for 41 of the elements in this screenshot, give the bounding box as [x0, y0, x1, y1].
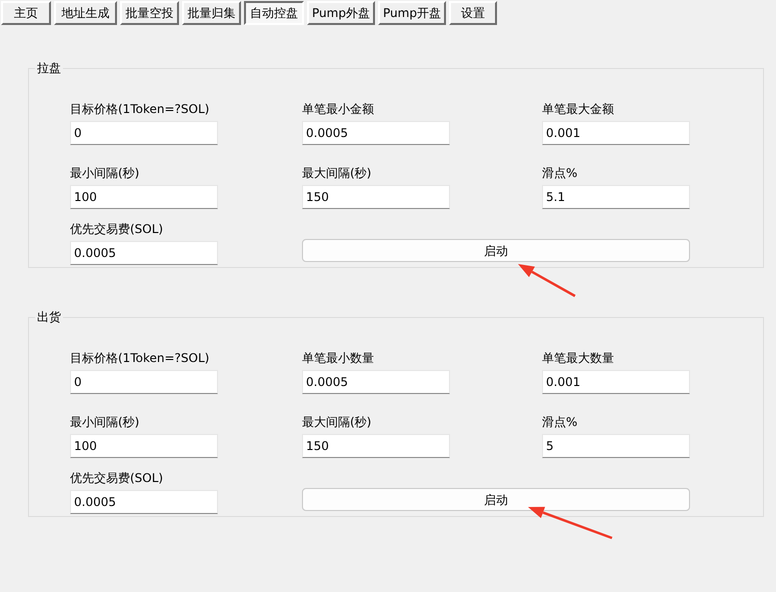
input-field[interactable]: 0.0005 [302, 121, 450, 145]
tab[interactable]: 批量空投 [120, 1, 179, 25]
annotation-arrow [518, 264, 576, 298]
input-field[interactable]: 5 [542, 434, 690, 458]
tab[interactable]: Pump开盘 [378, 1, 446, 25]
group-title: 出货 [35, 309, 63, 325]
field-label: 优先交易费(SOL) [70, 470, 164, 486]
field-label: 滑点% [542, 414, 578, 430]
field-label: 最大间隔(秒) [302, 414, 372, 430]
tab[interactable]: 地址生成 [54, 1, 117, 25]
field-label: 最小间隔(秒) [70, 414, 140, 430]
input-field[interactable]: 0.0005 [70, 490, 218, 514]
field-label: 单笔最小数量 [302, 350, 375, 366]
field-label: 目标价格(1Token=?SOL) [70, 350, 210, 366]
group-title: 拉盘 [35, 60, 63, 76]
field-label: 最大间隔(秒) [302, 165, 372, 181]
input-field[interactable]: 0 [70, 370, 218, 394]
input-field[interactable]: 100 [70, 185, 218, 209]
input-field[interactable]: 0 [70, 121, 218, 145]
input-field[interactable]: 5.1 [542, 185, 690, 209]
input-field[interactable]: 100 [70, 434, 218, 458]
field-label: 单笔最大金额 [542, 101, 615, 117]
field-label: 滑点% [542, 165, 578, 181]
tab[interactable]: 设置 [449, 1, 497, 25]
tab[interactable]: 批量归集 [182, 1, 241, 25]
tab[interactable]: Pump外盘 [307, 1, 375, 25]
field-label: 单笔最小金额 [302, 101, 375, 117]
field-label: 目标价格(1Token=?SOL) [70, 101, 210, 117]
start-button[interactable]: 启动 [302, 488, 690, 511]
input-field[interactable]: 0.001 [542, 370, 690, 394]
field-label: 优先交易费(SOL) [70, 221, 164, 237]
input-field[interactable]: 0.001 [542, 121, 690, 145]
input-field[interactable]: 150 [302, 185, 450, 209]
tab[interactable]: 自动控盘 [244, 1, 304, 25]
input-field[interactable]: 0.0005 [302, 370, 450, 394]
input-field[interactable]: 150 [302, 434, 450, 458]
input-field[interactable]: 0.0005 [70, 241, 218, 265]
tab[interactable]: 主页 [1, 1, 51, 25]
field-label: 最小间隔(秒) [70, 165, 140, 181]
start-button[interactable]: 启动 [302, 239, 690, 262]
field-label: 单笔最大数量 [542, 350, 615, 366]
